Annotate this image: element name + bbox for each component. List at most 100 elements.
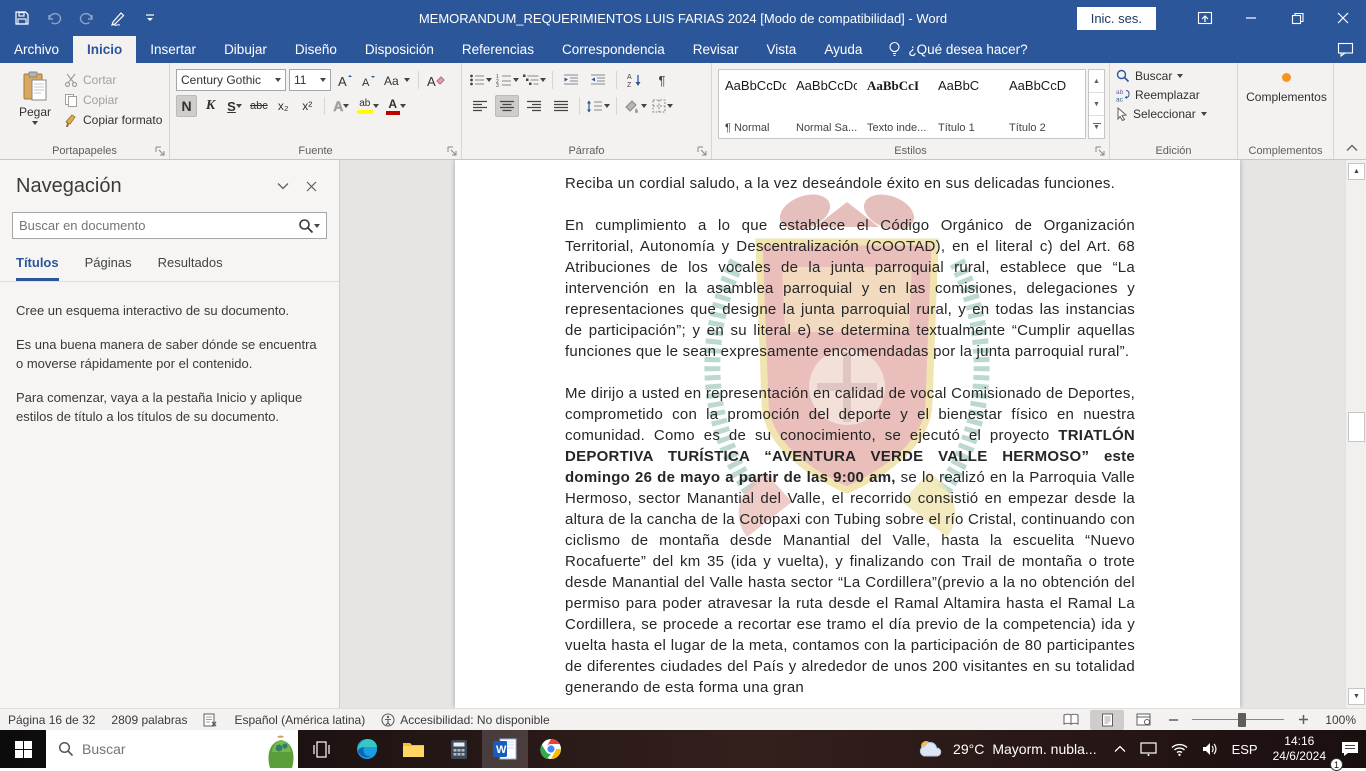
clock[interactable]: 14:16 24/6/2024 xyxy=(1265,734,1334,764)
line-spacing-button[interactable] xyxy=(586,95,610,117)
bold-button[interactable]: N xyxy=(176,95,197,117)
tab-diseño[interactable]: Diseño xyxy=(281,36,351,63)
change-case-button[interactable]: Aa xyxy=(382,69,412,91)
doc-text[interactable]: Reciba un cordial saludo, a la vez deseá… xyxy=(565,173,1135,708)
borders-button[interactable] xyxy=(650,95,674,117)
styles-scroll-down-button[interactable]: ▼ xyxy=(1089,93,1104,116)
tab-archivo[interactable]: Archivo xyxy=(0,36,73,63)
search-highlight-image[interactable] xyxy=(266,734,296,768)
replace-button[interactable]: abac Reemplazar xyxy=(1116,88,1233,102)
shading-button[interactable] xyxy=(623,95,647,117)
customize-qat-button[interactable] xyxy=(140,8,160,28)
zoom-level[interactable]: 100% xyxy=(1316,713,1356,727)
text-effects-button[interactable]: A xyxy=(331,95,352,117)
align-center-button[interactable] xyxy=(495,95,519,117)
addins-button[interactable]: Complementos xyxy=(1246,90,1327,104)
clipboard-dialog-launcher[interactable] xyxy=(154,145,165,156)
scrollbar-thumb[interactable] xyxy=(1348,412,1365,442)
word-taskbar-button[interactable]: W xyxy=(482,730,528,768)
select-button[interactable]: Seleccionar xyxy=(1116,107,1233,121)
page-indicator[interactable]: Página 16 de 32 xyxy=(0,713,103,727)
proofing-status[interactable] xyxy=(195,713,226,727)
align-right-button[interactable] xyxy=(522,95,546,117)
copy-button[interactable]: Copiar xyxy=(64,93,162,107)
decrease-indent-button[interactable] xyxy=(559,69,583,91)
notification-center-button[interactable]: 1 xyxy=(1334,730,1366,768)
redo-button[interactable] xyxy=(76,8,96,28)
subscript-button[interactable]: x₂ xyxy=(273,95,294,117)
format-painter-button[interactable]: Copiar formato xyxy=(64,113,162,127)
numbering-button[interactable]: 123 xyxy=(495,69,519,91)
font-size-combo[interactable]: 11 xyxy=(289,69,331,91)
tab-revisar[interactable]: Revisar xyxy=(679,36,753,63)
volume-status-icon[interactable] xyxy=(1195,730,1225,768)
read-mode-button[interactable] xyxy=(1054,710,1088,730)
search-icon[interactable] xyxy=(298,218,314,234)
style-texto-inde-[interactable]: AaBbCcITexto inde... xyxy=(861,70,932,138)
font-color-button[interactable]: A xyxy=(384,95,408,117)
find-button[interactable]: Buscar xyxy=(1116,69,1233,83)
styles-dialog-launcher[interactable] xyxy=(1094,145,1105,156)
strikethrough-button[interactable]: abc xyxy=(248,95,270,117)
undo-button[interactable] xyxy=(44,8,64,28)
zoom-slider-thumb[interactable] xyxy=(1238,713,1246,727)
tab-referencias[interactable]: Referencias xyxy=(448,36,548,63)
sign-in-button[interactable]: Inic. ses. xyxy=(1077,7,1156,30)
file-explorer-button[interactable] xyxy=(390,730,436,768)
font-dialog-launcher[interactable] xyxy=(446,145,457,156)
nav-search-box[interactable] xyxy=(12,212,327,239)
feedback-comment-icon[interactable] xyxy=(1337,42,1354,57)
search-options-arrow[interactable] xyxy=(314,224,320,228)
nav-search-input[interactable] xyxy=(19,218,298,233)
tab-disposición[interactable]: Disposición xyxy=(351,36,448,63)
minimize-button[interactable] xyxy=(1228,0,1274,36)
style-t-tulo-2[interactable]: AaBbCcDTítulo 2 xyxy=(1003,70,1074,138)
italic-button[interactable]: K xyxy=(200,95,221,117)
underline-button[interactable]: S xyxy=(224,95,245,117)
tray-overflow-button[interactable] xyxy=(1107,730,1133,768)
tab-ayuda[interactable]: Ayuda xyxy=(810,36,876,63)
paragraph-dialog-launcher[interactable] xyxy=(696,145,707,156)
justify-button[interactable] xyxy=(549,95,573,117)
collapse-ribbon-button[interactable] xyxy=(1346,141,1358,155)
shrink-font-button[interactable]: A xyxy=(358,69,379,91)
nav-tab-títulos[interactable]: Títulos xyxy=(16,255,59,281)
scroll-down-button[interactable]: ▼ xyxy=(1348,688,1365,705)
highlight-button[interactable]: ab xyxy=(355,95,381,117)
nav-tab-páginas[interactable]: Páginas xyxy=(85,255,132,281)
clear-formatting-button[interactable]: A xyxy=(425,69,447,91)
web-layout-button[interactable] xyxy=(1126,710,1160,730)
tell-me-box[interactable]: ¿Qué desea hacer? xyxy=(876,36,1039,63)
nav-pane-options-button[interactable] xyxy=(269,174,297,198)
taskbar-search-box[interactable] xyxy=(46,730,298,768)
nav-pane-close-button[interactable] xyxy=(297,174,325,198)
tab-vista[interactable]: Vista xyxy=(753,36,811,63)
language-indicator[interactable]: Español (América latina) xyxy=(226,713,373,727)
style--normal[interactable]: AaBbCcDc¶ Normal xyxy=(719,70,790,138)
nav-tab-resultados[interactable]: Resultados xyxy=(158,255,223,281)
wifi-status-icon[interactable] xyxy=(1164,730,1195,768)
taskbar-search-input[interactable] xyxy=(82,741,222,757)
style-normal-sa-[interactable]: AaBbCcDcNormal Sa... xyxy=(790,70,861,138)
paste-button[interactable]: Pegar xyxy=(6,67,64,141)
save-button[interactable] xyxy=(12,8,32,28)
tab-inicio[interactable]: Inicio xyxy=(73,36,136,63)
accessibility-indicator[interactable]: Accesibilidad: No disponible xyxy=(373,713,557,727)
sort-button[interactable]: AZ xyxy=(623,69,647,91)
zoom-in-button[interactable] xyxy=(1292,710,1314,730)
weather-widget[interactable]: 29°C Mayorm. nubla... xyxy=(907,739,1107,759)
scroll-up-button[interactable]: ▲ xyxy=(1348,163,1365,180)
show-marks-button[interactable]: ¶ xyxy=(650,69,674,91)
zoom-slider[interactable] xyxy=(1192,710,1284,730)
multilevel-list-button[interactable] xyxy=(522,69,546,91)
tab-insertar[interactable]: Insertar xyxy=(136,36,210,63)
ribbon-display-options-button[interactable] xyxy=(1182,0,1228,36)
increase-indent-button[interactable] xyxy=(586,69,610,91)
document-scrollbar[interactable]: ▲ ▼ xyxy=(1345,160,1366,708)
tab-dibujar[interactable]: Dibujar xyxy=(210,36,281,63)
superscript-button[interactable]: x² xyxy=(297,95,318,117)
start-button[interactable] xyxy=(0,730,46,768)
edge-button[interactable] xyxy=(344,730,390,768)
style-t-tulo-1[interactable]: AaBbCTítulo 1 xyxy=(932,70,1003,138)
draw-touch-button[interactable] xyxy=(108,8,128,28)
